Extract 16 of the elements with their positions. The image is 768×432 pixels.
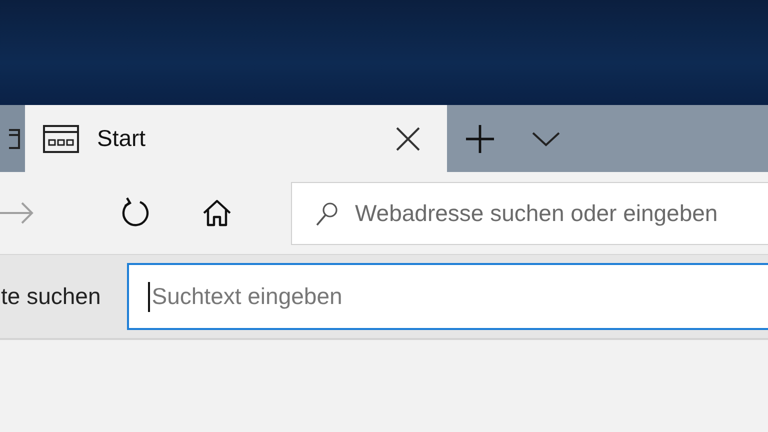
forward-icon — [0, 202, 34, 224]
chevron-down-icon[interactable] — [532, 130, 560, 146]
text-cursor — [148, 282, 150, 312]
new-tab-icon[interactable] — [465, 124, 495, 154]
page-icon — [43, 124, 79, 152]
find-label: te suchen — [1, 283, 101, 310]
tab-title: Start — [97, 125, 147, 152]
address-field[interactable]: Webadresse suchen oder eingeben — [291, 182, 768, 244]
search-icon — [316, 202, 338, 226]
close-icon[interactable] — [395, 126, 421, 152]
page-icon — [9, 128, 21, 148]
refresh-icon — [120, 197, 150, 229]
home-icon — [202, 199, 232, 227]
find-field[interactable]: Suchtext eingeben — [126, 263, 768, 330]
browser-tab[interactable]: Start — [25, 105, 447, 172]
browser-tab[interactable] — [0, 105, 25, 172]
